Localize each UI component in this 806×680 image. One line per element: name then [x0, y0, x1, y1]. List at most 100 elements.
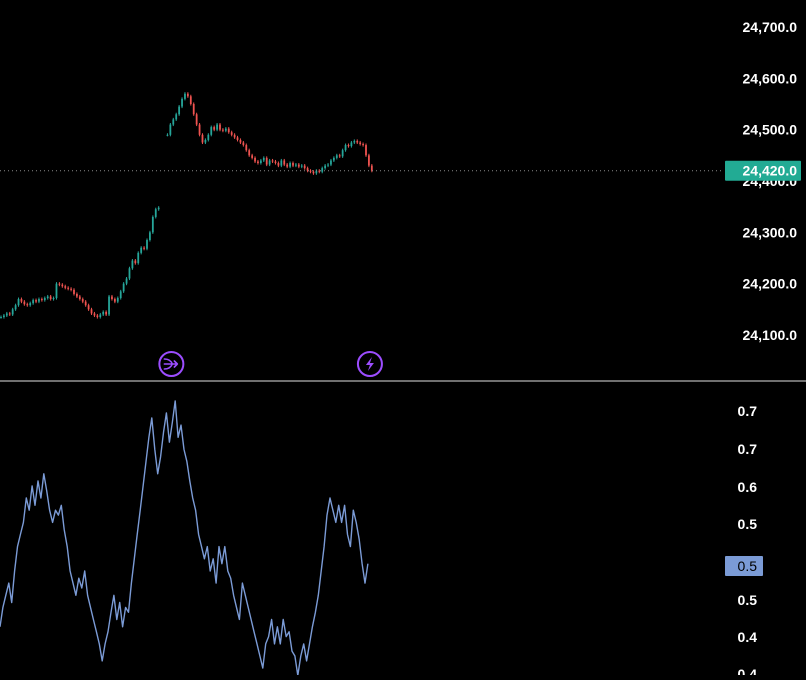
candle-body	[292, 163, 294, 166]
candle-body	[102, 311, 105, 315]
candle-body	[20, 299, 23, 302]
candle-body	[239, 139, 242, 143]
candle-body	[140, 247, 143, 253]
candle-body	[242, 142, 245, 146]
price-tick-label: 24,700.0	[743, 19, 798, 35]
price-pane[interactable]	[0, 92, 722, 377]
candle-body	[192, 104, 195, 115]
candle-body	[219, 124, 221, 130]
candle-body	[216, 124, 218, 130]
candle-body	[64, 286, 67, 288]
candle-body	[40, 299, 43, 301]
candle-body	[151, 216, 154, 233]
candle-body	[359, 142, 362, 145]
candle-body	[224, 128, 227, 131]
candle-body	[52, 298, 55, 300]
candle-body	[172, 119, 175, 125]
candle-body	[195, 114, 198, 125]
candle-body	[26, 304, 29, 306]
candle-body	[108, 296, 110, 315]
candle-body	[128, 268, 131, 279]
candle-body	[8, 313, 11, 315]
candle-body	[245, 145, 248, 151]
candle-body	[277, 163, 280, 166]
candle-body	[73, 289, 75, 294]
candle-body	[289, 163, 291, 167]
candle-body	[46, 296, 49, 299]
chart-svg: 24,700.024,600.024,500.024,400.024,300.0…	[0, 19, 806, 680]
indicator-tick-label: 0.7	[738, 403, 758, 419]
merge-arrow-icon[interactable]	[158, 351, 185, 377]
candle-body	[321, 168, 324, 172]
candle-body	[280, 160, 283, 166]
indicator-tick-label: 0.4	[738, 629, 758, 645]
candle-body	[17, 299, 20, 306]
candle-body	[125, 278, 128, 284]
candle-body	[227, 128, 230, 133]
candle-body	[283, 160, 286, 165]
candle-body	[90, 309, 93, 314]
price-axis[interactable]: 24,700.024,600.024,500.024,400.024,300.0…	[725, 19, 801, 343]
indicator-value-label: 0.5	[738, 558, 758, 574]
lightning-icon[interactable]	[356, 351, 383, 377]
indicator-line	[0, 400, 369, 677]
candle-body	[368, 155, 370, 166]
candle-body	[105, 311, 108, 315]
candle-body	[365, 145, 367, 156]
indicator-value-badge: 0.5	[725, 556, 763, 576]
candle-body	[210, 127, 213, 135]
price-tick-label: 24,100.0	[743, 327, 798, 343]
last-price-label: 24,420.0	[743, 163, 798, 179]
candle-body	[259, 160, 262, 164]
candle-body	[78, 296, 81, 300]
candle-body	[87, 305, 90, 310]
candle-body	[169, 124, 172, 135]
candle-body	[341, 150, 344, 157]
candle-body	[137, 252, 140, 264]
candle-body	[58, 283, 61, 285]
candle-body	[81, 299, 84, 302]
candle-body	[335, 155, 338, 158]
candle-body	[370, 165, 373, 171]
candle-body	[303, 165, 306, 169]
candle-body	[254, 157, 256, 162]
candle-body	[38, 299, 40, 302]
indicator-tick-label: 0.7	[738, 441, 758, 457]
candle-body	[295, 164, 297, 166]
candle-body	[96, 315, 99, 318]
candle-body	[61, 284, 64, 287]
candle-body	[332, 157, 335, 161]
candle-body	[233, 134, 236, 138]
candle-body	[300, 165, 303, 167]
candle-body	[181, 98, 183, 107]
candle-body	[222, 129, 224, 131]
candle-body	[154, 209, 157, 217]
candle-body	[29, 303, 32, 306]
candle-body	[0, 317, 2, 319]
candle-body	[149, 232, 151, 241]
indicator-axis[interactable]: 0.7 0.7 0.6 0.5 0.5 0.4 0.4 0.5	[725, 403, 763, 680]
indicator-tick-label: 0.5	[738, 516, 758, 532]
candle-body	[157, 207, 160, 210]
candle-body	[248, 150, 251, 156]
indicator-pane[interactable]	[0, 400, 369, 677]
candle-body	[353, 140, 356, 143]
candle-body	[309, 170, 312, 172]
candle-body	[67, 287, 70, 289]
candle-body	[76, 293, 78, 297]
candle-body	[271, 160, 274, 162]
candle-body	[116, 298, 119, 302]
candle-body	[55, 283, 58, 299]
candle-body	[347, 145, 350, 147]
candle-body	[207, 134, 210, 140]
candle-body	[362, 144, 364, 146]
candle-body	[23, 301, 26, 305]
candle-body	[99, 314, 102, 318]
candle-body	[43, 298, 46, 301]
candle-body	[204, 139, 207, 143]
candle-body	[338, 155, 341, 157]
candle-body	[297, 164, 300, 167]
candle-body	[14, 305, 17, 310]
candle-body	[198, 124, 201, 135]
candle-body	[122, 283, 125, 292]
